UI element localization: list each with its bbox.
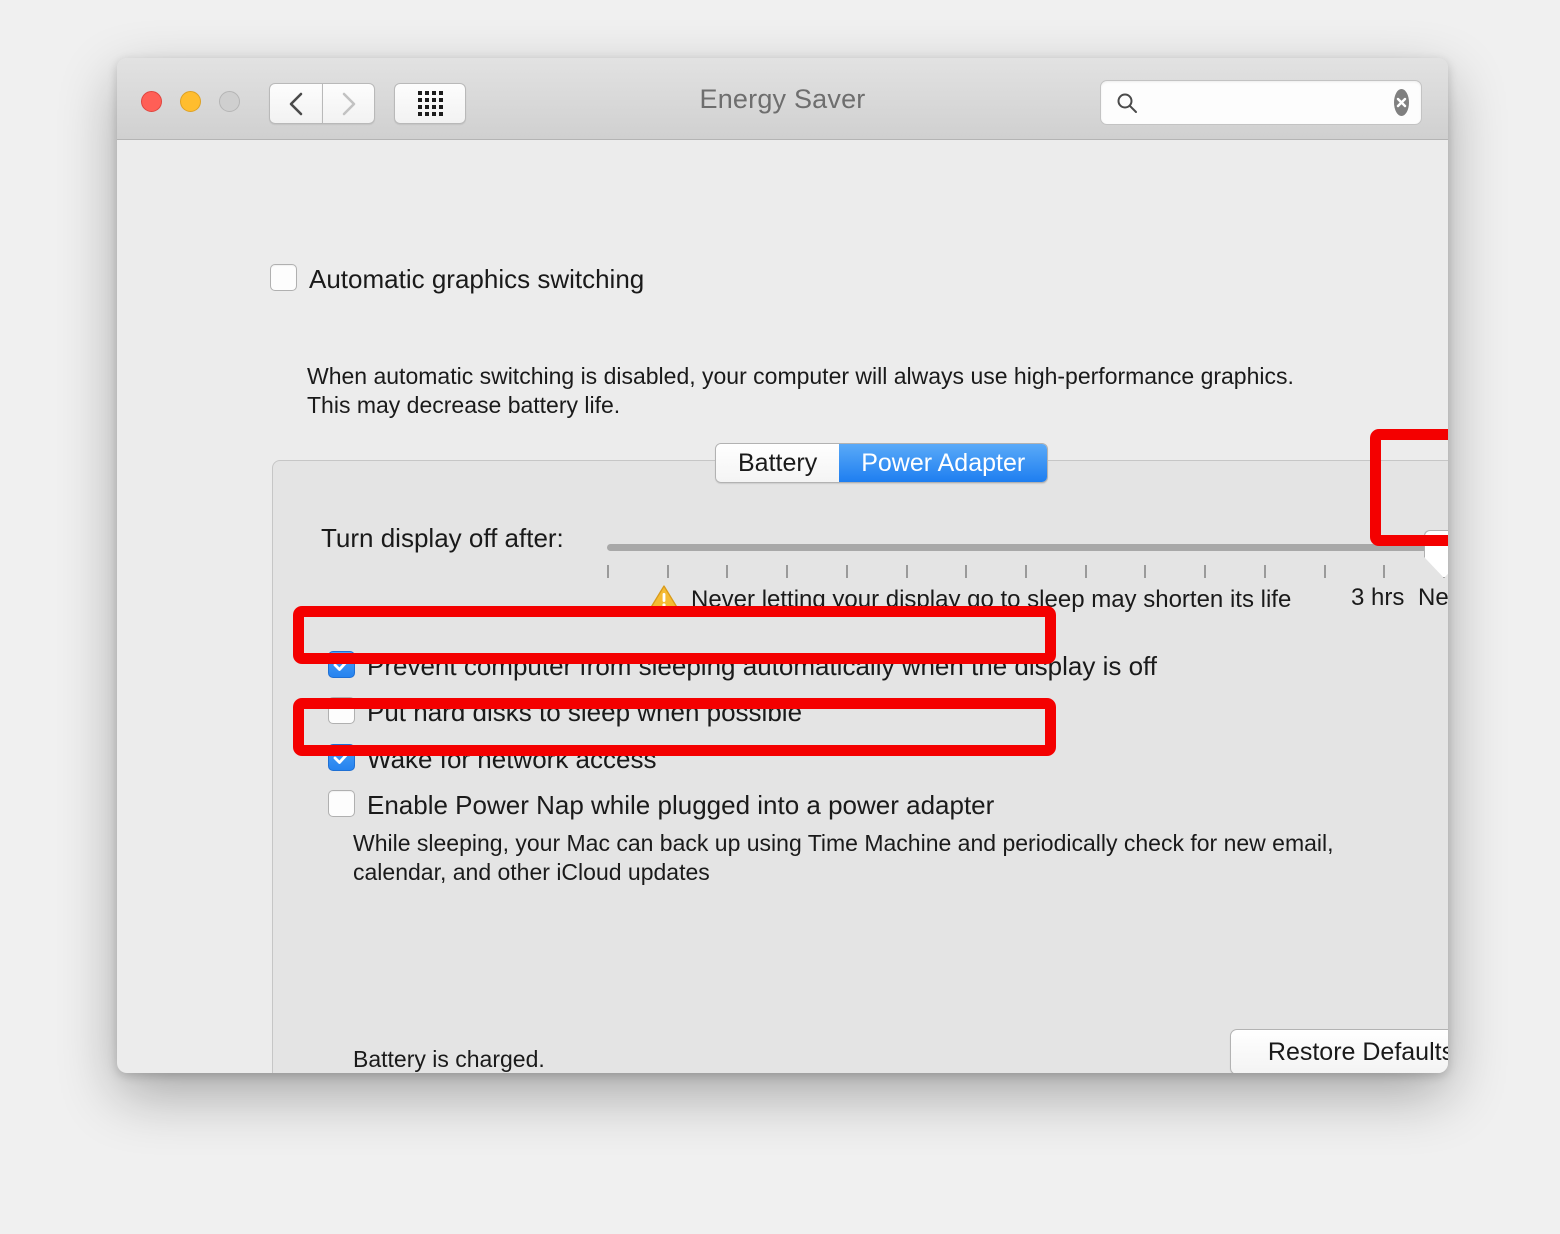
power-source-tabs: Battery Power Adapter <box>715 443 1049 483</box>
automatic-graphics-switching-row[interactable]: Automatic graphics switching <box>270 264 644 294</box>
slider-tick <box>1263 565 1266 578</box>
slider-tick <box>786 565 789 578</box>
graphics-desc-line-2: This may decrease battery life. <box>307 392 621 418</box>
slider-tick <box>1025 565 1027 578</box>
graphics-desc-line-1: When automatic switching is disabled, yo… <box>307 363 1294 389</box>
tab-power-adapter[interactable]: Power Adapter <box>839 444 1048 482</box>
slider-tick <box>666 565 669 578</box>
option-hard-disks-sleep-row[interactable]: Put hard disks to sleep when possible <box>328 697 802 727</box>
power-nap-desc-line-2: calendar, and other iCloud updates <box>353 859 710 885</box>
search-field[interactable] <box>1100 80 1422 125</box>
option-power-nap-checkbox[interactable] <box>328 790 355 817</box>
tab-battery[interactable]: Battery <box>716 444 840 482</box>
automatic-graphics-switching-label: Automatic graphics switching <box>309 264 645 294</box>
energy-saver-window: Energy Saver Automatic graphics switchin… <box>117 58 1448 1073</box>
slider-tick <box>1204 565 1207 578</box>
option-wake-network-row[interactable]: Wake for network access <box>328 744 656 774</box>
slider-warning-row: Never letting your display go to sleep m… <box>649 584 1291 616</box>
slider-scale-3hrs: 3 hrs <box>1351 584 1405 611</box>
automatic-graphics-switching-description: When automatic switching is disabled, yo… <box>307 362 1294 420</box>
option-prevent-sleep-label: Prevent computer from sleeping automatic… <box>367 651 1158 681</box>
option-prevent-sleep-row[interactable]: Prevent computer from sleeping automatic… <box>328 651 1157 681</box>
slider-tick <box>905 565 908 578</box>
slider-tick <box>965 565 968 578</box>
window-titlebar: Energy Saver <box>117 58 1448 140</box>
slider-tick-marks <box>607 565 1445 579</box>
slider-tick <box>1084 565 1087 578</box>
display-sleep-slider-track[interactable] <box>607 544 1445 551</box>
warning-triangle-icon <box>649 584 679 616</box>
option-power-nap-row[interactable]: Enable Power Nap while plugged into a po… <box>328 790 994 820</box>
slider-tick <box>1323 565 1326 578</box>
option-power-nap-label: Enable Power Nap while plugged into a po… <box>367 790 995 820</box>
option-hard-disks-sleep-label: Put hard disks to sleep when possible <box>367 697 803 727</box>
option-wake-network-checkbox[interactable] <box>328 744 355 771</box>
search-input[interactable] <box>1149 91 1394 114</box>
option-wake-network-label: Wake for network access <box>367 744 657 774</box>
slider-tick <box>726 565 729 578</box>
checkmark-icon <box>333 750 350 764</box>
slider-tick <box>1383 565 1386 578</box>
battery-status-text: Battery is charged. <box>353 1046 545 1072</box>
checkmark-icon <box>333 657 350 671</box>
power-nap-desc-line-1: While sleeping, your Mac can back up usi… <box>353 830 1334 856</box>
slider-tick <box>607 565 609 578</box>
search-icon <box>1115 91 1139 115</box>
restore-defaults-button[interactable]: Restore Defaults <box>1230 1029 1448 1073</box>
settings-panel: Turn display off after: Never letting yo… <box>272 460 1448 1073</box>
turn-display-off-label: Turn display off after: <box>321 523 564 553</box>
slider-tick <box>1144 565 1147 578</box>
option-hard-disks-sleep-checkbox[interactable] <box>328 697 355 724</box>
slider-warning-text: Never letting your display go to sleep m… <box>691 586 1292 613</box>
option-prevent-sleep-checkbox[interactable] <box>328 651 355 678</box>
slider-tick <box>845 565 848 578</box>
slider-scale-never: Never <box>1418 584 1448 611</box>
clear-search-icon[interactable] <box>1394 89 1409 116</box>
automatic-graphics-switching-checkbox[interactable] <box>270 264 297 291</box>
power-nap-description: While sleeping, your Mac can back up usi… <box>353 829 1448 887</box>
